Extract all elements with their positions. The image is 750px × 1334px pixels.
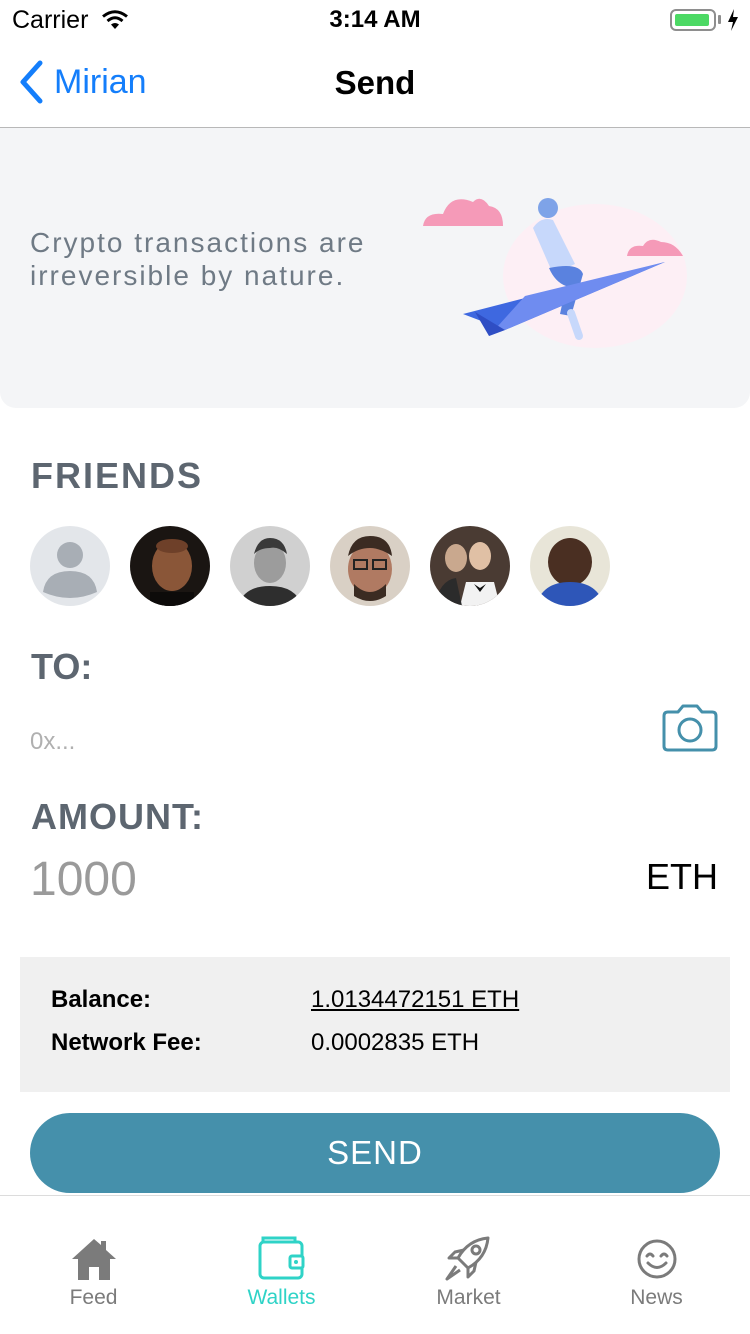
to-title: TO:	[31, 646, 93, 687]
status-time: 3:14 AM	[329, 6, 421, 33]
rocket-icon	[445, 1236, 489, 1281]
tab-wallets[interactable]: Wallets	[188, 1236, 375, 1310]
tab-market[interactable]: Market	[375, 1236, 562, 1310]
tab-label-market: Market	[436, 1286, 501, 1309]
battery-icon	[670, 9, 716, 31]
person-icon	[43, 542, 97, 598]
smiley-icon	[637, 1239, 676, 1279]
address-input[interactable]	[30, 722, 630, 762]
amount-input[interactable]	[30, 848, 530, 910]
info-banner: Crypto transactions are irreversible by …	[0, 128, 750, 408]
balance-value[interactable]: 1.0134472151 ETH	[311, 986, 519, 1014]
tab-news[interactable]: News	[563, 1236, 750, 1310]
network-fee-value: 0.0002835 ETH	[311, 1029, 480, 1056]
charging-bolt-icon	[728, 9, 738, 31]
avatar-photo-3	[348, 536, 392, 601]
avatar-photo-1	[150, 539, 194, 606]
page-title: Send	[334, 64, 416, 101]
tab-label-feed: Feed	[69, 1286, 118, 1309]
fee-summary: Balance: 1.0134472151 ETH Network Fee: 0…	[20, 957, 730, 1092]
avatar-friend-4[interactable]	[430, 526, 510, 606]
avatar-photo-5	[536, 538, 604, 606]
friends-list	[30, 526, 610, 606]
avatar-friend-1[interactable]	[130, 526, 210, 606]
currency-label: ETH	[646, 856, 718, 897]
banner-text: Crypto transactions are irreversible by …	[30, 227, 366, 291]
avatar-photo-4	[434, 542, 500, 606]
avatar-friend-3[interactable]	[330, 526, 410, 606]
camera-icon[interactable]	[660, 704, 720, 752]
avatar-photo-2	[238, 538, 302, 606]
friends-title: FRIENDS	[31, 455, 204, 496]
battery-nub	[718, 15, 721, 24]
paper-plane-illustration	[423, 198, 687, 348]
send-button[interactable]: SEND	[30, 1113, 720, 1193]
avatar-friend-5[interactable]	[530, 526, 610, 606]
tab-label-news: News	[630, 1286, 683, 1309]
tab-feed[interactable]: Feed	[0, 1236, 187, 1310]
avatar-friend-2[interactable]	[230, 526, 310, 606]
home-icon	[71, 1239, 116, 1280]
balance-label: Balance:	[51, 986, 152, 1013]
wallet-icon	[258, 1236, 304, 1280]
amount-title: AMOUNT:	[31, 796, 204, 837]
avatar-placeholder[interactable]	[30, 526, 110, 606]
tab-bar-divider	[0, 1195, 750, 1196]
network-fee-label: Network Fee:	[51, 1029, 202, 1056]
tab-label-wallets: Wallets	[247, 1286, 316, 1309]
